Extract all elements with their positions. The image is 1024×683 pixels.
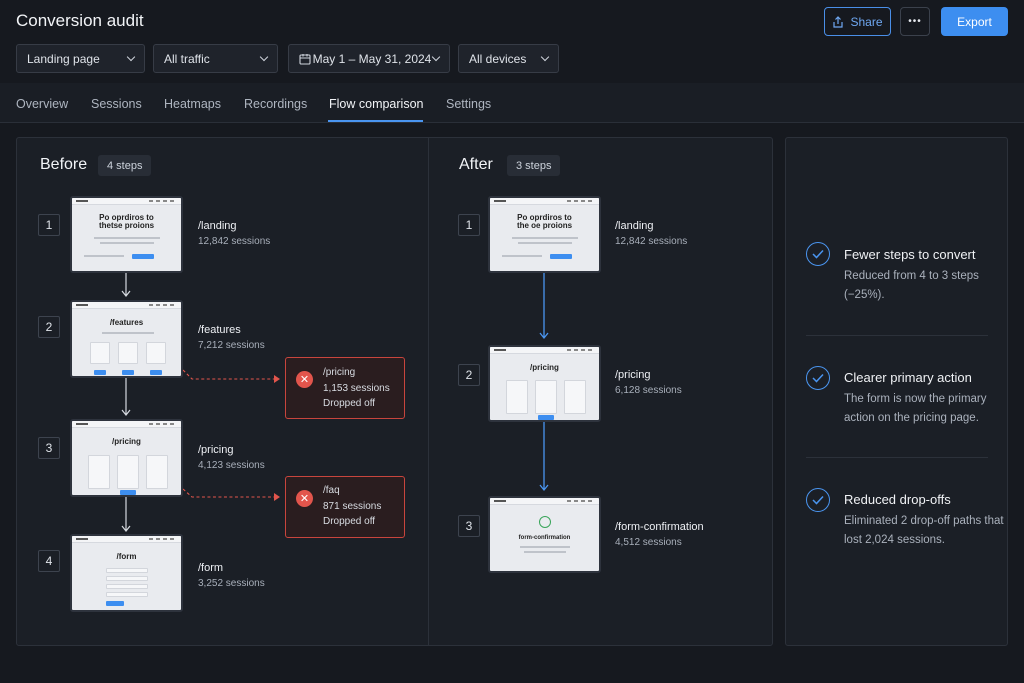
step-session-count: 3,252 sessions xyxy=(198,578,265,589)
benefit-divider xyxy=(806,457,988,458)
dropoff-status: Dropped off xyxy=(323,398,376,409)
dropoff-status: Dropped off xyxy=(323,516,376,527)
step-session-count: 12,842 sessions xyxy=(615,236,688,247)
check-circle-icon xyxy=(806,242,830,266)
step-number: 1 xyxy=(38,214,60,236)
dropoff-sessions: 871 sessions xyxy=(323,501,382,512)
step-number: 3 xyxy=(38,437,60,459)
page-thumbnail-pricing[interactable]: /pricing xyxy=(488,345,601,422)
thumbnail-heading: form-confirmation xyxy=(518,535,571,541)
benefit-title: Fewer steps to convert xyxy=(844,247,976,262)
thumbnail-heading: /features xyxy=(109,318,144,327)
close-circle-icon: ✕ xyxy=(296,490,313,507)
page-thumbnail-landing[interactable]: Po oprdiros to thetse proions xyxy=(70,196,183,273)
step-number: 4 xyxy=(38,550,60,572)
page-thumbnail-form[interactable]: /form xyxy=(70,534,183,612)
page-thumbnail-features[interactable]: /features xyxy=(70,300,183,378)
check-circle-icon xyxy=(539,516,551,528)
step-page-name: /features xyxy=(198,324,241,336)
step-number: 2 xyxy=(38,316,60,338)
dropoff-connector-2 xyxy=(182,488,276,498)
before-arrow-2-3 xyxy=(121,378,131,416)
step-page-name: /pricing xyxy=(615,369,651,381)
thumbnail-heading: /pricing xyxy=(530,363,559,372)
before-arrow-1-2 xyxy=(121,273,131,297)
close-circle-icon: ✕ xyxy=(296,371,313,388)
check-circle-icon xyxy=(806,488,830,512)
page-thumbnail-pricing[interactable]: /pricing xyxy=(70,419,183,497)
benefit-description: Eliminated 2 drop-off paths that lost 2,… xyxy=(844,515,1004,546)
benefit-description: The form is now the primary action on th… xyxy=(844,393,987,424)
dropoff-connector-1 xyxy=(182,369,276,380)
after-arrow-1-2 xyxy=(539,273,549,340)
step-number: 3 xyxy=(458,515,480,537)
benefit-title: Reduced drop-offs xyxy=(844,492,951,507)
step-page-name: /landing xyxy=(615,220,654,232)
thumbnail-heading: /form xyxy=(116,552,137,561)
before-arrow-3-4 xyxy=(121,497,131,532)
after-arrow-2-3 xyxy=(539,422,549,492)
step-session-count: 7,212 sessions xyxy=(198,340,265,351)
step-session-count: 4,123 sessions xyxy=(198,460,265,471)
step-page-name: /landing xyxy=(198,220,237,232)
benefit-title: Clearer primary action xyxy=(844,370,972,385)
thumbnail-heading: /pricing xyxy=(112,437,141,446)
benefit-divider xyxy=(806,335,988,336)
benefit-description: Reduced from 4 to 3 steps (−25%). xyxy=(844,270,979,301)
page-thumbnail-landing[interactable]: Po oprdiros to the oe proions xyxy=(488,196,601,273)
step-session-count: 4,512 sessions xyxy=(615,537,682,548)
step-session-count: 6,128 sessions xyxy=(615,385,682,396)
step-number: 1 xyxy=(458,214,480,236)
step-page-name: /pricing xyxy=(198,444,234,456)
step-page-name: /form-confirmation xyxy=(615,521,704,533)
check-circle-icon xyxy=(806,366,830,390)
step-number: 2 xyxy=(458,364,480,386)
thumbnail-heading: Po oprdiros to the oe proions xyxy=(516,213,573,231)
dropoff-sessions: 1,153 sessions xyxy=(323,383,390,394)
step-session-count: 12,842 sessions xyxy=(198,236,271,247)
dropoff-page: /pricing xyxy=(323,367,356,378)
step-page-name: /form xyxy=(198,562,224,574)
page-thumbnail-form-confirmation[interactable]: form-confirmation xyxy=(488,496,601,573)
dropoff-page: /faq xyxy=(323,485,340,496)
thumbnail-heading: Po oprdiros to thetse proions xyxy=(98,213,155,231)
